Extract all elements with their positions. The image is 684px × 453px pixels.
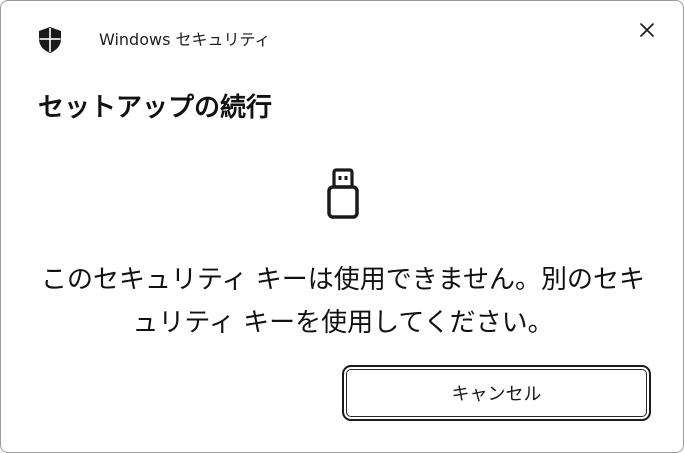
dialog-heading: セットアップの続行 [38, 93, 273, 123]
cancel-button[interactable]: キャンセル [342, 365, 651, 421]
close-button[interactable] [633, 16, 661, 44]
shield-icon [38, 27, 62, 53]
close-icon [640, 23, 654, 37]
app-title: Windows セキュリティ [99, 30, 271, 49]
dialog-message: このセキュリティ キーは使用できません。別のセキュリティ キーを使用してください… [41, 265, 645, 338]
security-dialog: Windows セキュリティ セットアップの続行 このセキュリティ キーは使用で… [0, 0, 684, 453]
usb-security-key-icon [326, 168, 360, 220]
